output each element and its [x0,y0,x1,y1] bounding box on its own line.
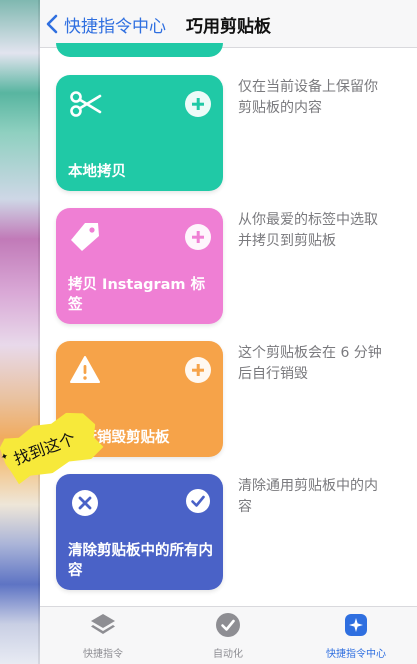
shortcut-description: 清除通用剪贴板中的内容 [238,478,378,515]
tab-shortcuts[interactable]: 快捷指令 [48,611,158,660]
shortcut-card-local-copy[interactable]: 本地拷贝 [56,75,223,191]
card-title: 拷贝 Instagram 标签 [68,277,206,313]
tab-automation[interactable]: 自动化 [173,611,283,660]
tab-bar: 快捷指令 自动化 快捷指令中心 [40,606,417,664]
chevron-left-icon [46,14,58,34]
back-button-label: 快捷指令中心 [64,16,166,37]
navigation-bar: 快捷指令中心 巧用剪贴板 [40,0,417,48]
tab-label: 自动化 [213,649,243,660]
tab-gallery[interactable]: 快捷指令中心 [301,611,411,660]
shortcut-description: 这个剪贴板会在 6 分钟后自行销毁 [238,345,382,382]
layers-icon [89,611,117,639]
scissors-icon [68,87,102,121]
card-title: 本地拷贝 [68,164,126,180]
page-title: 巧用剪贴板 [186,17,271,37]
added-checkmark-button[interactable] [185,488,211,514]
shortcut-card-clear-clipboard[interactable]: 清除剪贴板中的所有内容 [56,474,223,590]
add-shortcut-button[interactable] [185,224,211,250]
tab-label: 快捷指令 [83,649,123,660]
warning-icon [68,353,102,387]
close-circle-icon [68,486,102,520]
checkmark-circle-icon [186,489,210,513]
card-title: 清除剪贴板中的所有内容 [68,543,213,579]
add-shortcut-button[interactable] [185,357,211,383]
checkmark-circle-icon [214,611,242,639]
add-shortcut-button[interactable] [185,91,211,117]
tag-icon [68,220,102,254]
shortcut-description: 仅在当前设备上保留你剪贴板的内容 [238,79,378,116]
shortcut-description: 从你最爱的标签中选取并拷贝到剪贴板 [238,212,378,249]
sparkle-icon [342,611,370,639]
previous-card-edge[interactable] [56,43,223,57]
back-button[interactable]: 快捷指令中心 [46,10,166,38]
background-screen-strip [0,0,40,664]
tab-label: 快捷指令中心 [326,649,386,660]
shortcut-card-copy-instagram-tags[interactable]: 拷贝 Instagram 标签 [56,208,223,324]
